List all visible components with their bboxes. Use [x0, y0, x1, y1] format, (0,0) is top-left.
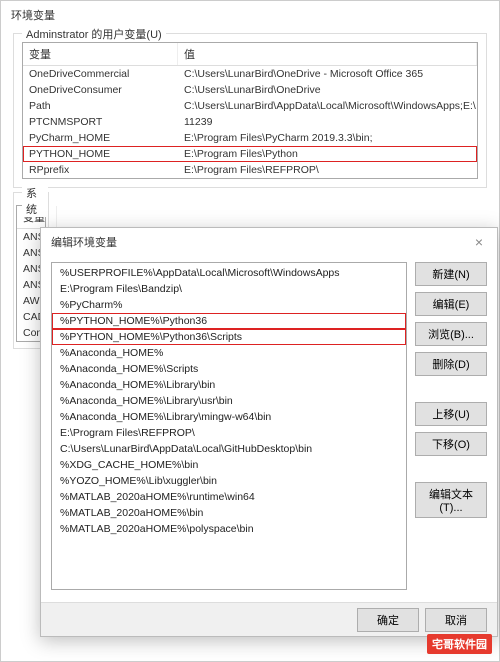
var-value: 11239 [178, 114, 477, 130]
list-item[interactable]: %Anaconda_HOME% [52, 345, 406, 361]
user-vars-label: Adminstrator 的用户变量(U) [22, 26, 166, 42]
var-name: PYTHON_HOME [23, 146, 178, 162]
var-name: OneDriveCommercial [23, 66, 178, 82]
table-header: 变量 值 [23, 43, 477, 66]
new-button[interactable]: 新建(N) [415, 262, 487, 286]
var-name: Path [23, 98, 178, 114]
var-value: E:\Program Files\PyCharm 2019.3.3\bin; [178, 130, 477, 146]
list-item[interactable]: %PyCharm% [52, 297, 406, 313]
window-title: 环境变量 [1, 1, 499, 29]
edit-text-button[interactable]: 编辑文本(T)... [415, 482, 487, 518]
list-item[interactable]: C:\Users\LunarBird\AppData\Local\GitHubD… [52, 441, 406, 457]
move-up-button[interactable]: 上移(U) [415, 402, 487, 426]
watermark: 宅哥软件园 [427, 634, 492, 654]
list-item[interactable]: E:\Program Files\REFPROP\ [52, 425, 406, 441]
dialog-footer: 确定 取消 [41, 602, 497, 636]
table-row[interactable]: RPprefixE:\Program Files\REFPROP\ [23, 162, 477, 178]
var-value: C:\Users\LunarBird\AppData\Local\Microso… [178, 98, 477, 114]
var-value: E:\Program Files\REFPROP\ [178, 162, 477, 178]
var-name: PTCNMSPORT [23, 114, 178, 130]
var-name: OneDriveConsumer [23, 82, 178, 98]
list-item[interactable]: %Anaconda_HOME%\Library\bin [52, 377, 406, 393]
list-item[interactable]: %YOZO_HOME%\Lib\xuggler\bin [52, 473, 406, 489]
move-down-button[interactable]: 下移(O) [415, 432, 487, 456]
list-item[interactable]: %PYTHON_HOME%\Python36\Scripts [52, 329, 406, 345]
user-vars-group: Adminstrator 的用户变量(U) 变量 值 OneDriveComme… [13, 33, 487, 188]
ok-button[interactable]: 确定 [357, 608, 419, 632]
close-icon[interactable]: × [471, 234, 487, 250]
list-item[interactable]: %MATLAB_2020aHOME%\runtime\win64 [52, 489, 406, 505]
var-value: E:\Program Files\Python [178, 146, 477, 162]
system-vars-label: 系统 [22, 185, 48, 217]
list-item[interactable]: %MATLAB_2020aHOME%\bin [52, 505, 406, 521]
var-value: C:\Users\LunarBird\OneDrive - Microsoft … [178, 66, 477, 82]
table-row[interactable]: OneDriveConsumerC:\Users\LunarBird\OneDr… [23, 82, 477, 98]
list-item[interactable]: %Anaconda_HOME%\Library\usr\bin [52, 393, 406, 409]
dialog-titlebar: 编辑环境变量 × [41, 228, 497, 256]
dialog-title: 编辑环境变量 [51, 234, 117, 250]
delete-button[interactable]: 删除(D) [415, 352, 487, 376]
table-row[interactable]: PTCNMSPORT11239 [23, 114, 477, 130]
edit-button[interactable]: 编辑(E) [415, 292, 487, 316]
var-value: C:\Users\LunarBird\OneDrive [178, 82, 477, 98]
dialog-buttons: 新建(N) 编辑(E) 浏览(B)... 删除(D) 上移(U) 下移(O) 编… [415, 262, 487, 590]
table-row[interactable]: PYTHON_HOMEE:\Program Files\Python [23, 146, 477, 162]
list-item[interactable]: %USERPROFILE%\AppData\Local\Microsoft\Wi… [52, 265, 406, 281]
list-item[interactable]: E:\Program Files\Bandzip\ [52, 281, 406, 297]
var-name: RPprefix [23, 162, 178, 178]
browse-button[interactable]: 浏览(B)... [415, 322, 487, 346]
edit-env-var-dialog: 编辑环境变量 × %USERPROFILE%\AppData\Local\Mic… [40, 227, 498, 637]
cancel-button[interactable]: 取消 [425, 608, 487, 632]
list-item[interactable]: %PYTHON_HOME%\Python36 [52, 313, 406, 329]
table-row[interactable]: PathC:\Users\LunarBird\AppData\Local\Mic… [23, 98, 477, 114]
list-item[interactable]: %Anaconda_HOME%\Library\mingw-w64\bin [52, 409, 406, 425]
list-item[interactable]: %XDG_CACHE_HOME%\bin [52, 457, 406, 473]
table-row[interactable]: OneDriveCommercialC:\Users\LunarBird\One… [23, 66, 477, 82]
user-vars-table[interactable]: 变量 值 OneDriveCommercialC:\Users\LunarBir… [22, 42, 478, 179]
var-name: PyCharm_HOME [23, 130, 178, 146]
column-value[interactable]: 值 [178, 43, 477, 65]
list-item[interactable]: %MATLAB_2020aHOME%\polyspace\bin [52, 521, 406, 537]
column-variable[interactable]: 变量 [23, 43, 178, 65]
list-item[interactable]: %Anaconda_HOME%\Scripts [52, 361, 406, 377]
path-list[interactable]: %USERPROFILE%\AppData\Local\Microsoft\Wi… [51, 262, 407, 590]
table-row[interactable]: PyCharm_HOMEE:\Program Files\PyCharm 201… [23, 130, 477, 146]
